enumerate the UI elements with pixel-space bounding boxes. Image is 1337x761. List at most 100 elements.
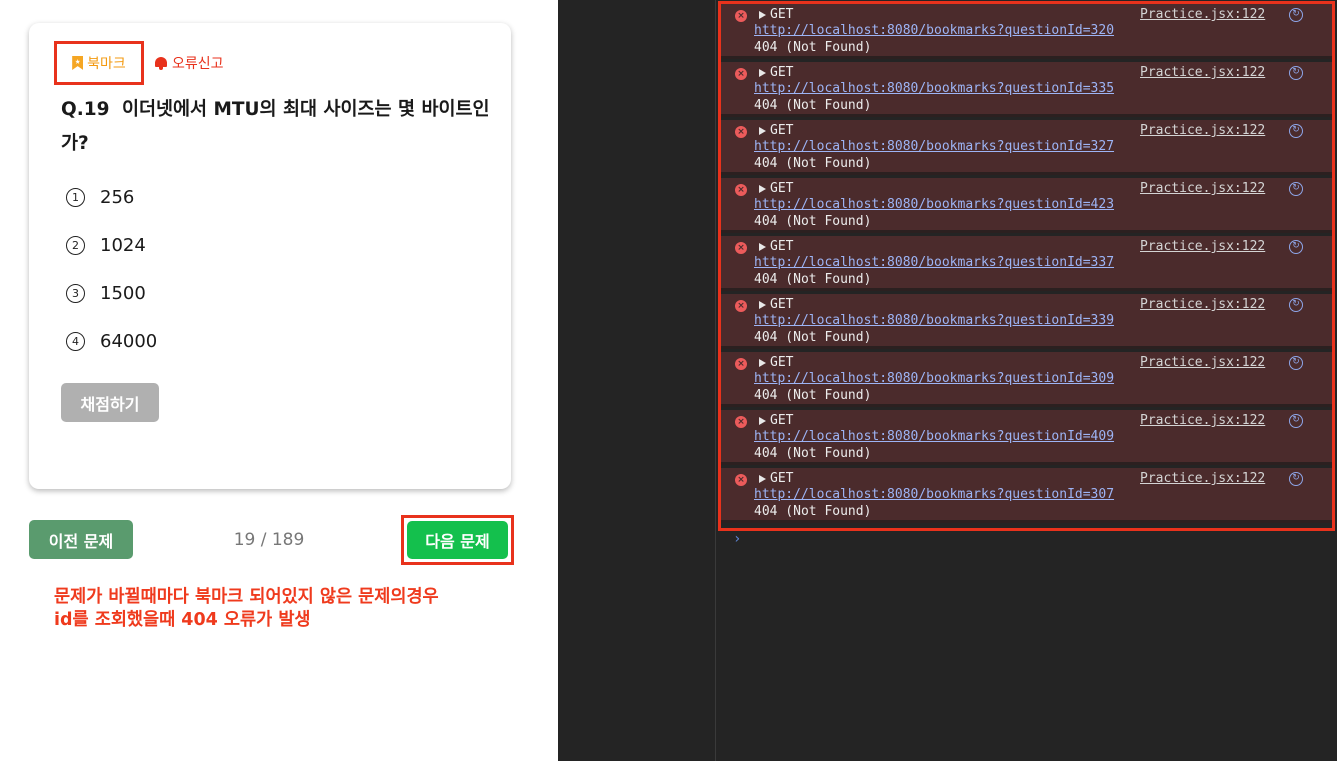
report-error-button[interactable]: 오류신고 [154, 53, 224, 73]
console-error-entry[interactable]: × GET http://localhost:8080/bookmarks?qu… [721, 294, 1332, 349]
source-link[interactable]: Practice.jsx:122 [1140, 181, 1265, 196]
request-url-link[interactable]: http://localhost:8080/bookmarks?question… [754, 429, 1114, 444]
bell-icon [154, 56, 168, 71]
prev-question-button[interactable]: 이전 문제 [29, 520, 133, 559]
next-question-button[interactable]: 다음 문제 [407, 521, 508, 559]
request-url-link[interactable]: http://localhost:8080/bookmarks?question… [754, 255, 1114, 270]
response-status: 404 (Not Found) [754, 156, 872, 171]
option-2[interactable]: 2 1024 [66, 221, 157, 269]
network-icon[interactable]: ↻ [1289, 66, 1303, 80]
request-url-link[interactable]: http://localhost:8080/bookmarks?question… [754, 81, 1114, 96]
next-button-highlight: 다음 문제 [401, 515, 514, 565]
question-title: Q.19 이더넷에서 MTU의 최대 사이즈는 몇 바이트인가? [61, 93, 491, 161]
error-icon: × [735, 300, 747, 312]
error-icon: × [735, 416, 747, 428]
request-url-link[interactable]: http://localhost:8080/bookmarks?question… [754, 139, 1114, 154]
request-url-link[interactable]: http://localhost:8080/bookmarks?question… [754, 197, 1114, 212]
console-prompt[interactable]: › [733, 531, 741, 547]
console-error-entry[interactable]: × GET http://localhost:8080/bookmarks?qu… [721, 120, 1332, 175]
network-icon[interactable]: ↻ [1289, 8, 1303, 22]
bug-annotation: 문제가 바뀔때마다 북마크 되어있지 않은 문제의경우 id를 조회했을때 40… [54, 586, 534, 632]
console-sidebar [558, 0, 716, 761]
request-method: GET [770, 297, 794, 312]
option-number-badge: 3 [66, 283, 85, 303]
bookmark-label: 북마크 [87, 56, 126, 72]
request-url-link[interactable]: http://localhost:8080/bookmarks?question… [754, 487, 1114, 502]
console-error-entry[interactable]: × GET http://localhost:8080/bookmarks?qu… [721, 178, 1332, 233]
expand-triangle-icon[interactable] [759, 243, 766, 251]
network-icon[interactable]: ↻ [1289, 472, 1303, 486]
request-method: GET [770, 181, 794, 196]
expand-triangle-icon[interactable] [759, 359, 766, 367]
network-icon[interactable]: ↻ [1289, 182, 1303, 196]
network-icon[interactable]: ↻ [1289, 124, 1303, 138]
console-error-entry[interactable]: × GET http://localhost:8080/bookmarks?qu… [721, 4, 1332, 59]
option-number-badge: 2 [66, 235, 85, 255]
source-link[interactable]: Practice.jsx:122 [1140, 413, 1265, 428]
response-status: 404 (Not Found) [754, 388, 872, 403]
source-link[interactable]: Practice.jsx:122 [1140, 7, 1265, 22]
request-method: GET [770, 65, 794, 80]
console-error-entry[interactable]: × GET http://localhost:8080/bookmarks?qu… [721, 62, 1332, 117]
expand-triangle-icon[interactable] [759, 185, 766, 193]
expand-triangle-icon[interactable] [759, 69, 766, 77]
response-status: 404 (Not Found) [754, 40, 872, 55]
network-icon[interactable]: ↻ [1289, 240, 1303, 254]
request-method: GET [770, 239, 794, 254]
source-link[interactable]: Practice.jsx:122 [1140, 297, 1265, 312]
answer-options: 1 256 2 1024 3 1500 4 64000 [66, 173, 157, 365]
response-status: 404 (Not Found) [754, 446, 872, 461]
console-error-entry[interactable]: × GET http://localhost:8080/bookmarks?qu… [721, 410, 1332, 465]
report-label: 오류신고 [172, 56, 224, 72]
request-method: GET [770, 413, 794, 428]
expand-triangle-icon[interactable] [759, 11, 766, 19]
source-link[interactable]: Practice.jsx:122 [1140, 123, 1265, 138]
request-url-link[interactable]: http://localhost:8080/bookmarks?question… [754, 313, 1114, 328]
expand-triangle-icon[interactable] [759, 301, 766, 309]
error-icon: × [735, 126, 747, 138]
grade-button[interactable]: 채점하기 [61, 383, 159, 422]
request-method: GET [770, 7, 794, 22]
question-card: 북마크 오류신고 Q.19 이더넷에서 MTU의 최대 사이즈는 몇 바이트인가… [29, 23, 511, 489]
card-actions: 북마크 오류신고 [54, 41, 224, 85]
expand-triangle-icon[interactable] [759, 475, 766, 483]
bookmark-button[interactable]: 북마크 [54, 41, 144, 85]
response-status: 404 (Not Found) [754, 504, 872, 519]
devtools-panel: × GET http://localhost:8080/bookmarks?qu… [558, 0, 1337, 761]
console-error-entry[interactable]: × GET http://localhost:8080/bookmarks?qu… [721, 468, 1332, 523]
error-icon: × [735, 358, 747, 370]
console-log: × GET http://localhost:8080/bookmarks?qu… [716, 0, 1337, 761]
error-icon: × [735, 474, 747, 486]
source-link[interactable]: Practice.jsx:122 [1140, 471, 1265, 486]
source-link[interactable]: Practice.jsx:122 [1140, 239, 1265, 254]
option-4[interactable]: 4 64000 [66, 317, 157, 365]
quiz-app: 북마크 오류신고 Q.19 이더넷에서 MTU의 최대 사이즈는 몇 바이트인가… [0, 0, 558, 761]
option-1[interactable]: 1 256 [66, 173, 157, 221]
expand-triangle-icon[interactable] [759, 127, 766, 135]
option-text: 1024 [100, 234, 146, 256]
response-status: 404 (Not Found) [754, 214, 872, 229]
network-icon[interactable]: ↻ [1289, 298, 1303, 312]
source-link[interactable]: Practice.jsx:122 [1140, 355, 1265, 370]
option-number-badge: 4 [66, 331, 85, 351]
option-text: 64000 [100, 330, 158, 352]
network-icon[interactable]: ↻ [1289, 356, 1303, 370]
source-link[interactable]: Practice.jsx:122 [1140, 65, 1265, 80]
error-icon: × [735, 184, 747, 196]
errors-highlight: × GET http://localhost:8080/bookmarks?qu… [718, 1, 1335, 531]
response-status: 404 (Not Found) [754, 98, 872, 113]
bookmark-icon [72, 56, 84, 70]
request-url-link[interactable]: http://localhost:8080/bookmarks?question… [754, 371, 1114, 386]
request-method: GET [770, 355, 794, 370]
console-error-entry[interactable]: × GET http://localhost:8080/bookmarks?qu… [721, 352, 1332, 407]
console-error-entry[interactable]: × GET http://localhost:8080/bookmarks?qu… [721, 236, 1332, 291]
option-text: 1500 [100, 282, 146, 304]
annotation-line-1: 문제가 바뀔때마다 북마크 되어있지 않은 문제의경우 [54, 587, 439, 607]
request-url-link[interactable]: http://localhost:8080/bookmarks?question… [754, 23, 1114, 38]
request-method: GET [770, 471, 794, 486]
option-3[interactable]: 3 1500 [66, 269, 157, 317]
option-text: 256 [100, 186, 135, 208]
expand-triangle-icon[interactable] [759, 417, 766, 425]
question-progress: 19 / 189 [233, 530, 305, 550]
network-icon[interactable]: ↻ [1289, 414, 1303, 428]
